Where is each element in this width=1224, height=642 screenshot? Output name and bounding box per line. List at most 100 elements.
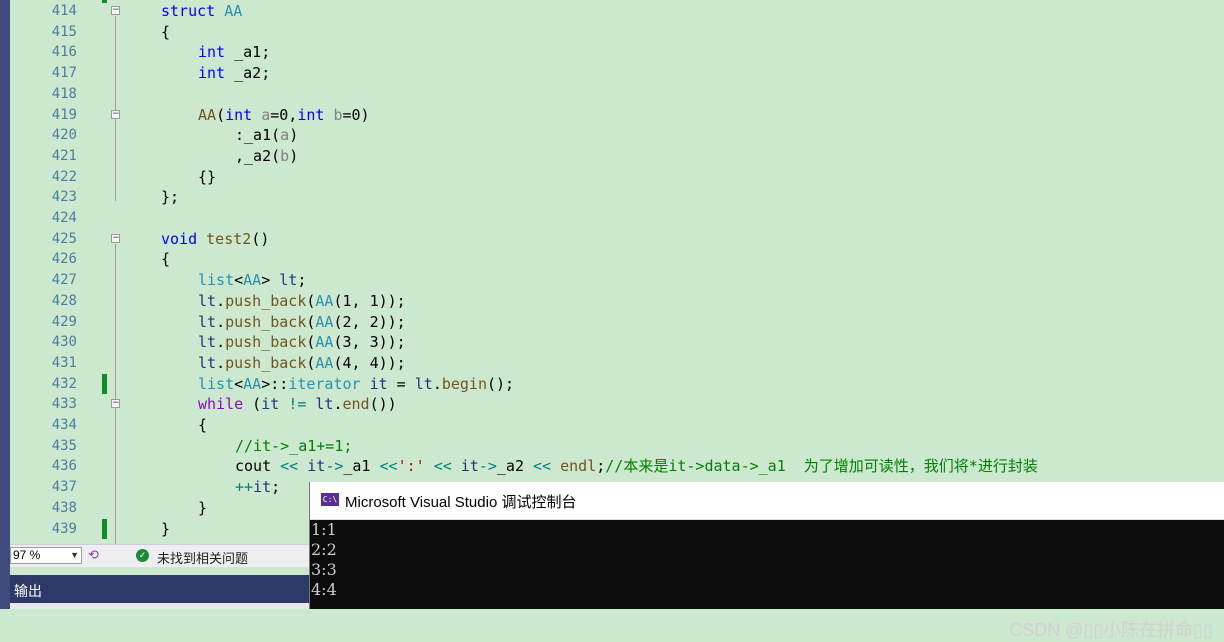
code-text: cout << it->_a1 <<':' << it->_a2 << endl…: [235, 457, 1038, 476]
line-number: 431: [51, 354, 77, 371]
code-text: lt.push_back(AA(3, 3));: [198, 333, 406, 352]
code-text: while (it != lt.end()): [198, 395, 397, 414]
console-title: Microsoft Visual Studio 调试控制台: [345, 494, 577, 511]
line-number: 420: [51, 127, 77, 144]
code-text: }: [161, 519, 171, 538]
line-number: 438: [51, 499, 77, 516]
code-text: {: [198, 416, 208, 434]
code-line[interactable]: 432 list<AA>::iterator it = lt.begin();: [10, 373, 1224, 395]
code-line[interactable]: 435 //it->_a1+=1;: [10, 436, 1224, 457]
console-line: 1:1: [311, 520, 337, 539]
line-number: 427: [51, 272, 77, 289]
zoom-value: 97 %: [13, 548, 41, 562]
console-line: 2:2: [311, 540, 337, 559]
line-number: 432: [51, 375, 77, 392]
code-line[interactable]: 414 − struct AA: [10, 0, 1224, 22]
code-line[interactable]: 427 list<AA> lt;: [10, 270, 1224, 291]
code-text: void test2(): [161, 229, 270, 248]
code-text: ++it;: [235, 478, 281, 497]
code-line[interactable]: 419 − AA(int a=0,int b=0): [10, 105, 1224, 126]
line-number: 417: [51, 65, 77, 82]
line-number: 434: [51, 417, 77, 433]
line-number: 439: [51, 520, 77, 537]
code-text: }: [198, 498, 208, 517]
code-line[interactable]: 423 };: [10, 187, 1224, 208]
collapse-icon[interactable]: −: [111, 6, 120, 15]
code-text: int _a2;: [198, 64, 271, 83]
code-line[interactable]: 430 lt.push_back(AA(3, 3));: [10, 332, 1224, 353]
line-number: 421: [51, 147, 77, 164]
change-marker: [102, 0, 107, 3]
output-panel-toolbar: [10, 603, 310, 609]
console-line: 4:4: [311, 580, 337, 599]
code-text: :_a1(a): [235, 126, 299, 145]
console-app-icon: C:\: [321, 493, 339, 506]
line-number: 416: [51, 44, 77, 61]
code-line[interactable]: 431 lt.push_back(AA(4, 4));: [10, 353, 1224, 374]
output-panel-header[interactable]: 输出: [10, 575, 310, 603]
collapse-icon[interactable]: −: [111, 109, 120, 119]
console-output[interactable]: 1:1 2:2 3:3 4:4 CSDN @▯▯小陈在拼命▯▯: [310, 520, 1224, 640]
issues-status[interactable]: 未找到相关问题: [157, 548, 248, 567]
code-line[interactable]: 421 ,_a2(b): [10, 146, 1224, 167]
line-number: 433: [51, 396, 77, 413]
line-number: 423: [51, 189, 77, 206]
code-text: };: [161, 188, 180, 207]
line-number: 436: [51, 458, 77, 475]
code-line[interactable]: 433 − while (it != lt.end()): [10, 394, 1224, 415]
code-line[interactable]: 429 lt.push_back(AA(2, 2));: [10, 312, 1224, 333]
line-number: 430: [51, 334, 77, 351]
code-text: ,_a2(b): [235, 146, 299, 165]
console-title-bar[interactable]: C:\ Microsoft Visual Studio 调试控制台: [310, 482, 1224, 520]
chevron-down-icon: ▼: [70, 550, 79, 560]
code-text: list<AA>::iterator it = lt.begin();: [198, 374, 515, 393]
check-circle-icon: ✓: [136, 549, 149, 562]
line-number: 422: [51, 168, 77, 185]
zoom-dropdown[interactable]: 97 % ▼: [10, 547, 82, 564]
line-number: 425: [51, 230, 77, 247]
code-text: list<AA> lt;: [198, 271, 307, 290]
code-line[interactable]: 422 {}: [10, 167, 1224, 188]
code-line[interactable]: 415 {: [10, 22, 1224, 43]
line-number: 429: [51, 313, 77, 330]
code-text: struct AA: [161, 2, 243, 20]
code-line[interactable]: 424: [10, 208, 1224, 229]
code-text: lt.push_back(AA(4, 4));: [198, 353, 406, 372]
code-text: //it->_a1+=1;: [235, 436, 353, 455]
line-number: 435: [51, 437, 77, 454]
code-line[interactable]: 420 :_a1(a): [10, 125, 1224, 146]
line-number: 428: [51, 292, 77, 309]
code-line[interactable]: 436 cout << it->_a1 <<':' << it->_a2 << …: [10, 456, 1224, 477]
collapse-icon[interactable]: −: [111, 399, 120, 409]
watermark: CSDN @▯▯小陈在拼命▯▯: [1009, 620, 1213, 640]
code-text: {: [161, 22, 171, 41]
line-number: 414: [51, 3, 77, 19]
code-line[interactable]: 425 − void test2(): [10, 229, 1224, 250]
code-line[interactable]: 434 {: [10, 415, 1224, 436]
intellicode-icon[interactable]: ⟲: [88, 548, 102, 562]
line-number: 418: [51, 85, 77, 102]
code-text: lt.push_back(AA(2, 2));: [198, 312, 406, 331]
line-number: 424: [51, 210, 77, 226]
code-line[interactable]: 416 int _a1;: [10, 42, 1224, 63]
line-number: 419: [51, 106, 77, 123]
code-editor[interactable]: 414 − struct AA 415 { 416 int _a1; 417 i…: [10, 0, 1224, 544]
code-line[interactable]: 428 lt.push_back(AA(1, 1));: [10, 291, 1224, 312]
code-text: lt.push_back(AA(1, 1));: [198, 291, 406, 310]
code-line[interactable]: 417 int _a2;: [10, 63, 1224, 84]
line-number: 415: [51, 23, 77, 40]
console-line: 3:3: [311, 560, 337, 579]
debug-console-window[interactable]: C:\ Microsoft Visual Studio 调试控制台 1:1 2:…: [309, 482, 1224, 640]
code-line[interactable]: 426 {: [10, 249, 1224, 270]
output-panel-title: 输出: [14, 583, 42, 599]
code-text: {: [161, 250, 171, 269]
change-marker: [102, 373, 107, 394]
line-number: 426: [51, 251, 77, 268]
change-marker: [102, 518, 107, 539]
left-window-edge: [0, 0, 10, 609]
code-text: int _a1;: [198, 43, 271, 62]
code-line[interactable]: 418: [10, 84, 1224, 105]
editor-status-bar: 97 % ▼ ⟲ ✓ 未找到相关问题: [10, 544, 310, 567]
line-number: 437: [51, 479, 77, 496]
collapse-icon[interactable]: −: [111, 233, 120, 243]
